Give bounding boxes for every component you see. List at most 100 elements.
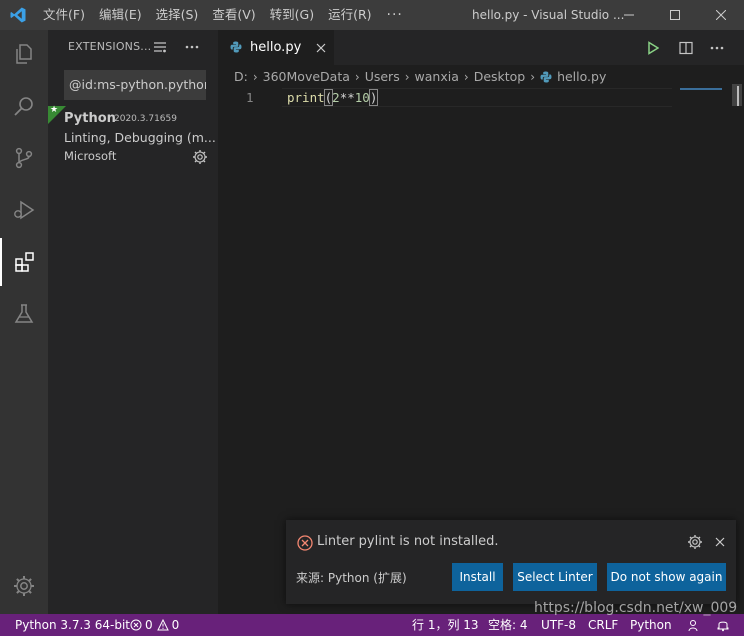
menu-run[interactable]: 运行(R)	[321, 0, 378, 30]
feedback-icon[interactable]	[688, 614, 702, 636]
overview-ruler-cursor	[737, 86, 739, 106]
code-number: 2	[332, 90, 340, 105]
activity-run-debug[interactable]	[0, 186, 48, 234]
split-editor-button[interactable]	[677, 39, 695, 57]
menu-bar: 文件(F) 编辑(E) 选择(S) 查看(V) 转到(G) 运行(R) ···	[36, 0, 411, 30]
menu-view[interactable]: 查看(V)	[205, 0, 262, 30]
filter-list-icon[interactable]	[152, 39, 168, 55]
minimize-button[interactable]	[606, 0, 652, 30]
notification-settings-gear-icon[interactable]	[687, 534, 703, 550]
more-icon	[710, 46, 724, 50]
split-editor-icon	[679, 41, 693, 55]
code-paren-close: )	[368, 89, 379, 106]
sidebar-title: EXTENSIONS...	[68, 40, 152, 53]
encoding[interactable]: UTF-8	[541, 614, 576, 636]
activity-search[interactable]	[0, 82, 48, 130]
line-number: 1	[246, 90, 254, 105]
chevron-right-icon: ›	[530, 70, 536, 84]
menu-more-icon[interactable]: ···	[379, 7, 411, 23]
activity-extensions[interactable]	[0, 238, 48, 286]
source-control-icon	[15, 147, 33, 169]
status-bar: Python 3.7.3 64-bit 0 0 行 1，列 13 空格: 4 U…	[0, 614, 744, 636]
activity-manage[interactable]	[0, 562, 48, 610]
run-debug-icon	[14, 200, 35, 220]
chevron-right-icon: ›	[354, 70, 360, 84]
end-of-line[interactable]: CRLF	[588, 614, 618, 636]
activity-testing[interactable]	[0, 290, 48, 338]
activity-explorer[interactable]	[0, 30, 48, 78]
code-line[interactable]: 1 print(2**10)	[218, 88, 744, 107]
breadcrumb-item[interactable]: wanxia	[415, 66, 459, 88]
extension-name: Python	[64, 111, 116, 126]
star-icon: ★	[50, 105, 59, 115]
extension-search-input[interactable]: @id:ms-python.python	[64, 70, 206, 100]
extension-publisher: Microsoft	[64, 149, 117, 163]
breadcrumb-item[interactable]: 360MoveData	[263, 66, 350, 88]
chevron-right-icon: ›	[463, 70, 469, 84]
notification-source: 来源: Python (扩展)	[296, 571, 407, 585]
extension-list-item[interactable]: ★ Python 2020.3.71659 Linting, Debugging…	[48, 105, 218, 166]
close-icon	[716, 10, 726, 20]
extensions-icon	[15, 252, 34, 272]
vscode-logo-icon	[0, 0, 36, 30]
title-bar: 文件(F) 编辑(E) 选择(S) 查看(V) 转到(G) 运行(R) ··· …	[0, 0, 744, 30]
close-window-button[interactable]	[698, 0, 744, 30]
notification-close-icon[interactable]	[713, 535, 727, 549]
window-title: hello.py - Visual Studio ...	[472, 8, 625, 22]
activity-source-control[interactable]	[0, 134, 48, 182]
menu-selection[interactable]: 选择(S)	[149, 0, 206, 30]
code-operator: **	[339, 90, 355, 105]
extension-settings-gear-icon[interactable]	[192, 149, 208, 165]
activity-bar: 1	[0, 30, 48, 631]
menu-go[interactable]: 转到(G)	[263, 0, 321, 30]
maximize-button[interactable]	[652, 0, 698, 30]
extension-description: Linting, Debugging (m...	[64, 130, 216, 145]
code-number: 10	[354, 90, 370, 105]
more-actions-icon[interactable]	[184, 39, 200, 55]
cursor-position[interactable]: 行 1，列 13	[412, 614, 479, 636]
notifications-bell-icon[interactable]	[716, 614, 730, 636]
maximize-icon	[670, 10, 680, 20]
breadcrumb-item[interactable]: hello.py	[557, 66, 606, 88]
language-mode[interactable]: Python	[630, 614, 672, 636]
minimap[interactable]	[680, 88, 722, 90]
testing-icon	[14, 304, 34, 323]
minimize-icon	[624, 14, 634, 16]
manage-gear-icon	[14, 576, 34, 596]
code-text[interactable]: print(2**10)	[287, 88, 379, 107]
install-button[interactable]: Install	[452, 563, 503, 591]
breadcrumb: D: › 360MoveData › Users › wanxia › Desk…	[234, 66, 606, 88]
tab-close-icon[interactable]	[314, 41, 328, 55]
problems-indicator[interactable]: 0 0	[130, 614, 179, 636]
breadcrumb-item[interactable]: Desktop	[474, 66, 526, 88]
chevron-right-icon: ›	[404, 70, 410, 84]
python-file-icon	[540, 71, 552, 83]
error-icon	[130, 619, 142, 631]
extensions-sidebar: EXTENSIONS... @id:ms-python.python ★ Pyt…	[48, 30, 218, 614]
notification-toast: Linter pylint is not installed. 来源: Pyth…	[286, 520, 736, 604]
warning-icon	[156, 619, 169, 631]
search-icon	[14, 97, 33, 116]
select-linter-button[interactable]: Select Linter	[513, 563, 597, 591]
tab-label: hello.py	[250, 40, 302, 55]
do-not-show-again-button[interactable]: Do not show again	[607, 563, 726, 591]
tab-bar: hello.py	[218, 30, 744, 65]
run-file-button[interactable]	[644, 39, 662, 57]
breadcrumb-item[interactable]: D:	[234, 66, 248, 88]
menu-edit[interactable]: 编辑(E)	[92, 0, 149, 30]
warning-count: 0	[171, 618, 180, 632]
watermark-text: https://blog.csdn.net/xw_009	[534, 600, 738, 616]
breadcrumb-item[interactable]: Users	[365, 66, 400, 88]
explorer-icon	[16, 44, 32, 64]
run-icon	[648, 41, 659, 55]
tab-hello-py[interactable]: hello.py	[218, 30, 334, 65]
python-interpreter[interactable]: Python 3.7.3 64-bit	[15, 614, 130, 636]
editor-more-actions-button[interactable]	[708, 39, 726, 57]
extension-version: 2020.3.71659	[114, 114, 177, 124]
chevron-right-icon: ›	[252, 70, 258, 84]
notification-message: Linter pylint is not installed.	[317, 534, 499, 549]
error-count: 0	[145, 618, 153, 632]
error-icon	[297, 535, 313, 551]
indentation[interactable]: 空格: 4	[488, 614, 528, 636]
menu-file[interactable]: 文件(F)	[36, 0, 92, 30]
